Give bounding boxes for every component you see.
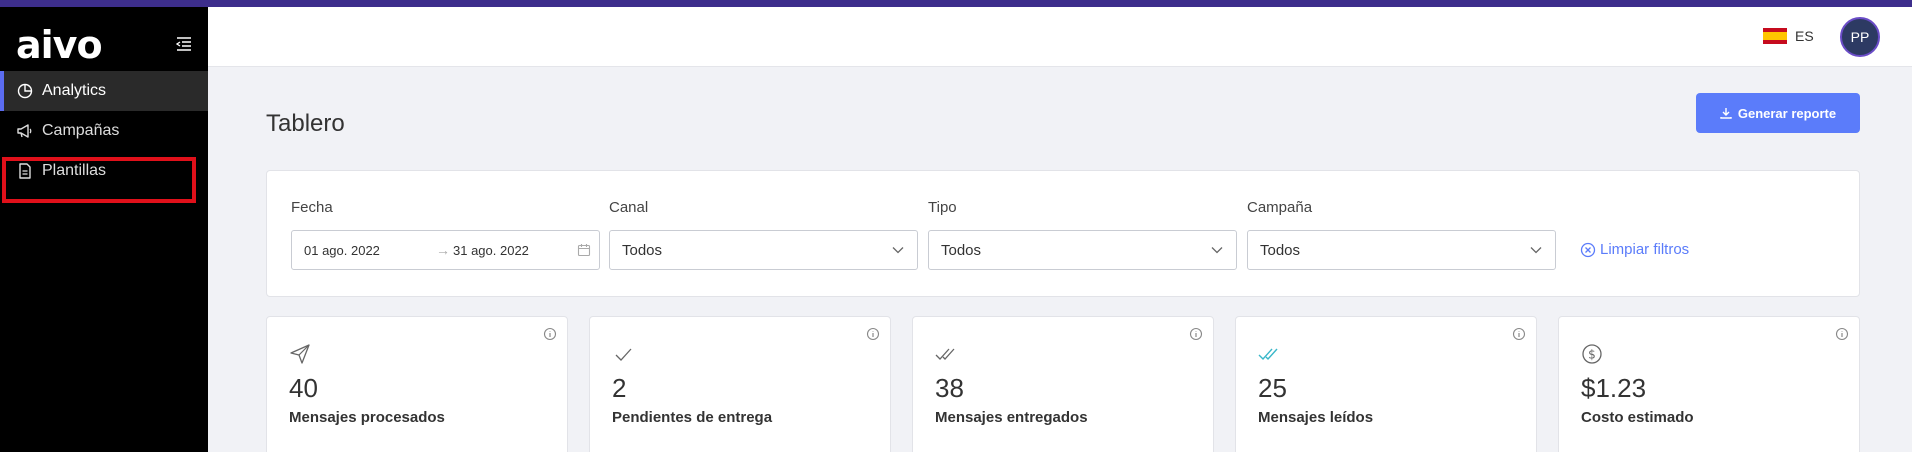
date-to: 31 ago. 2022 — [453, 243, 529, 258]
sidebar-item-analytics[interactable]: Analytics — [0, 71, 208, 111]
stat-value: 2 — [612, 373, 627, 403]
chevron-down-icon — [1530, 247, 1542, 254]
megaphone-icon — [16, 122, 34, 140]
calendar-icon — [577, 244, 591, 257]
stat-value: 38 — [935, 373, 964, 403]
stat-card-cost: $ $1.23 Costo estimado — [1558, 316, 1860, 452]
collapse-menu-icon[interactable] — [176, 37, 192, 51]
download-icon — [1720, 108, 1732, 119]
info-icon[interactable] — [1512, 327, 1526, 341]
stat-label: Pendientes de entrega — [612, 409, 773, 426]
svg-text:$: $ — [1588, 348, 1596, 362]
date-range-picker[interactable]: 01 ago. 2022 → 31 ago. 2022 — [291, 230, 600, 270]
stat-label: Costo estimado — [1581, 409, 1694, 426]
document-icon — [16, 162, 34, 180]
type-value: Todos — [941, 241, 982, 259]
campaign-value: Todos — [1260, 241, 1301, 259]
stat-label: Mensajes leídos — [1258, 409, 1374, 426]
campaign-filter-label: Campaña — [1247, 199, 1313, 216]
date-filter-label: Fecha — [291, 199, 333, 216]
info-icon[interactable] — [1189, 327, 1203, 341]
language-code: ES — [1795, 28, 1814, 44]
pie-chart-icon — [16, 82, 34, 100]
type-filter-label: Tipo — [928, 199, 957, 216]
top-accent-bar — [0, 0, 1912, 7]
user-avatar[interactable]: PP — [1840, 17, 1880, 57]
stat-label: Mensajes entregados — [935, 409, 1088, 426]
sidebar-item-campaigns[interactable]: Campañas — [0, 111, 208, 151]
date-from: 01 ago. 2022 — [304, 242, 380, 258]
arrow-right-icon: → — [436, 242, 450, 258]
page-title: Tablero — [266, 110, 345, 137]
channel-filter-label: Canal — [609, 199, 649, 216]
chevron-down-icon — [892, 247, 904, 254]
stat-value: 40 — [289, 373, 318, 403]
info-icon[interactable] — [543, 327, 557, 341]
clear-filters-label: Limpiar filtros — [1600, 241, 1690, 258]
double-check-read-icon — [1258, 348, 1278, 361]
close-circle-icon — [1580, 242, 1596, 257]
dollar-circle-icon: $ — [1582, 344, 1602, 364]
sidebar-item-templates[interactable]: Plantillas — [0, 151, 208, 191]
generate-report-label: Generar reporte — [1737, 105, 1837, 121]
chevron-down-icon — [1211, 247, 1223, 254]
aivo-logo: aivo — [16, 23, 103, 67]
clear-filters-link[interactable]: Limpiar filtros — [1580, 241, 1689, 258]
generate-report-button[interactable]: Generar reporte — [1696, 93, 1860, 133]
language-selector[interactable]: ES — [1763, 28, 1814, 44]
stat-label: Mensajes procesados — [289, 409, 445, 426]
stat-card-processed: 40 Mensajes procesados — [266, 316, 568, 452]
sidebar-item-label: Analytics — [42, 82, 107, 99]
stat-card-pending: 2 Pendientes de entrega — [589, 316, 891, 452]
channel-value: Todos — [622, 241, 663, 259]
double-check-icon — [935, 348, 955, 360]
type-select[interactable]: Todos — [928, 230, 1237, 270]
stat-value: $1.23 — [1581, 373, 1647, 403]
info-icon[interactable] — [1835, 327, 1849, 341]
send-icon — [290, 344, 310, 364]
spain-flag-icon — [1763, 28, 1787, 44]
sidebar: aivo Analytics Campañas Plantillas — [0, 7, 208, 452]
stat-card-delivered: 38 Mensajes entregados — [912, 316, 1214, 452]
check-icon — [615, 348, 632, 361]
campaign-select[interactable]: Todos — [1247, 230, 1556, 270]
stat-value: 25 — [1258, 373, 1287, 403]
top-header — [208, 7, 1912, 67]
sidebar-item-label: Plantillas — [42, 162, 107, 179]
info-icon[interactable] — [866, 327, 880, 341]
filters-panel: Fecha 01 ago. 2022 → 31 ago. 2022 Canal … — [266, 170, 1860, 297]
sidebar-item-label: Campañas — [42, 122, 120, 139]
stat-card-read: 25 Mensajes leídos — [1235, 316, 1537, 452]
channel-select[interactable]: Todos — [609, 230, 918, 270]
